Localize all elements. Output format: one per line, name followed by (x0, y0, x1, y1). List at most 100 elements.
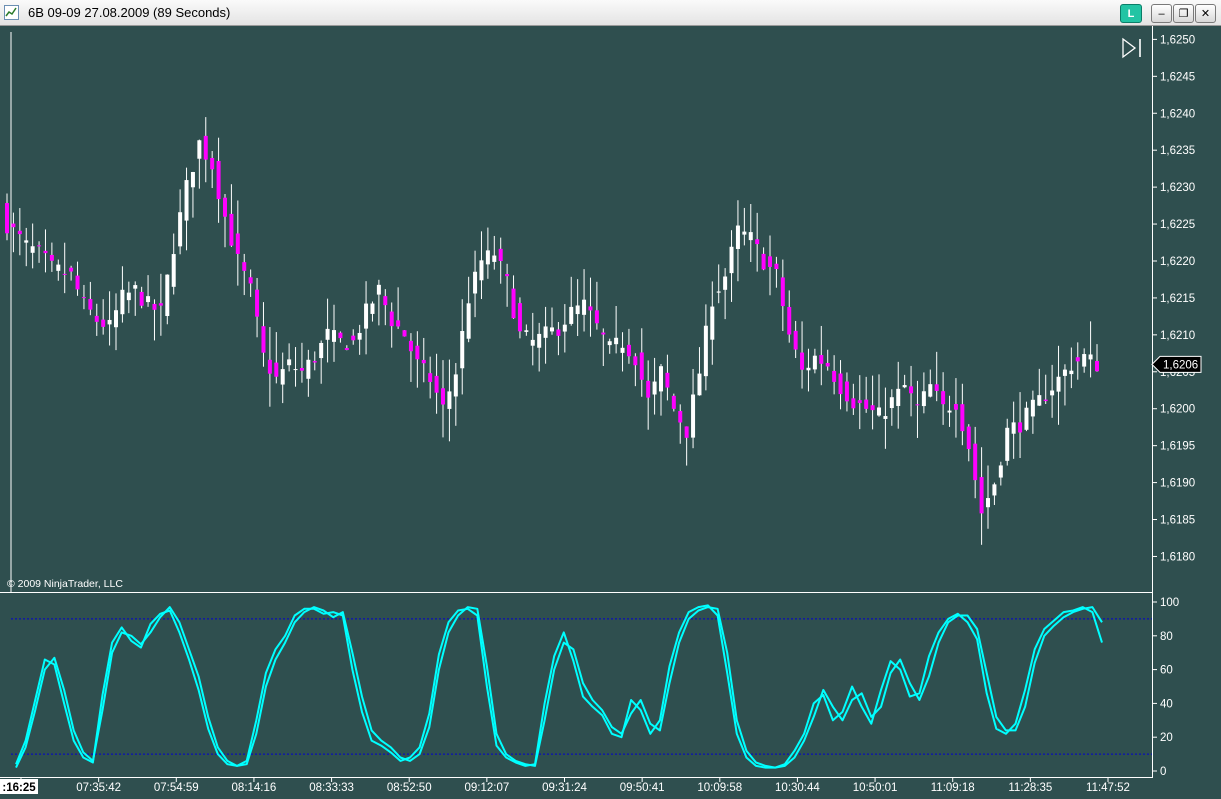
candle-body (287, 359, 292, 366)
time-tick-label: 09:50:41 (620, 782, 665, 794)
candle-body (441, 388, 445, 405)
candle-body (210, 157, 215, 170)
time-tick-label: 11:28:35 (1008, 782, 1052, 794)
price-tick-label: 1,6245 (1160, 71, 1195, 83)
candle-body (646, 380, 651, 398)
candle-body (306, 359, 311, 379)
candle-body (389, 311, 394, 327)
candle-body (114, 310, 118, 328)
candle-body (979, 477, 984, 514)
candle-body (255, 289, 260, 317)
scroll-to-end-button[interactable] (1122, 37, 1144, 59)
candle-body (81, 297, 86, 299)
time-tick-label: 08:14:16 (232, 782, 277, 794)
candle-body (684, 426, 689, 438)
candle-body (24, 240, 29, 243)
candle-body (678, 411, 683, 423)
price-tick-label: 1,6210 (1160, 330, 1195, 342)
candle-body (998, 465, 1003, 478)
candle-body (88, 299, 93, 310)
candle-body (312, 361, 317, 363)
candle-body (75, 275, 80, 290)
candle-body (1069, 370, 1074, 375)
candle-body (800, 352, 805, 370)
candle-body (902, 385, 907, 388)
price-tick-label: 1,6250 (1160, 34, 1195, 46)
candle-body (69, 267, 74, 272)
candle-body (94, 315, 99, 322)
candle-body (357, 332, 362, 340)
candle-body (223, 197, 227, 217)
candle-body (261, 326, 266, 353)
time-tick-label: 09:12:07 (464, 782, 509, 794)
candle-body (953, 404, 958, 410)
maximize-button[interactable]: ❐ (1173, 4, 1194, 23)
candle-body (299, 367, 304, 371)
candle-body (883, 416, 888, 419)
candle-body (293, 369, 298, 371)
candle-body (960, 404, 965, 432)
candle-body (851, 398, 856, 409)
time-tick-label: 09:31:24 (542, 782, 587, 794)
candle-body (768, 256, 772, 267)
minimize-button[interactable]: ‒ (1151, 4, 1172, 23)
candle-body (748, 232, 753, 241)
time-tick-label: 07:54:59 (154, 782, 199, 794)
candle-body (530, 339, 535, 346)
last-price-label: 1,6206 (1163, 359, 1198, 371)
candle-body (556, 329, 561, 336)
candle-body (723, 276, 728, 290)
candle-body (146, 296, 151, 303)
candle-body (659, 366, 663, 392)
candle-body (947, 410, 952, 413)
oscillator-tick-label: 40 (1160, 698, 1173, 710)
candle-body (383, 296, 388, 306)
candle-body (626, 344, 631, 357)
candle-body (107, 319, 112, 325)
candle-body (966, 426, 971, 450)
time-cursor-label: :16:25 (2, 782, 36, 794)
candle-body (364, 303, 369, 329)
candle-body (1005, 427, 1010, 461)
chart-area[interactable]: 1,6250 1,6245 1,6240 1,6235 1,6230 1,6225 1,62… (0, 26, 1221, 799)
candle-body (376, 284, 381, 295)
candle-body (158, 303, 163, 306)
candle-body (1024, 407, 1029, 430)
candle-body (844, 381, 849, 402)
candle-body (761, 253, 766, 270)
candle-body (710, 306, 715, 340)
time-tick-label: 11:09:18 (931, 782, 975, 794)
candle-body (165, 274, 170, 317)
candle-body (986, 498, 990, 508)
candle-body (229, 213, 234, 246)
candle-body (633, 356, 638, 366)
candle-body (575, 305, 580, 315)
candle-body (178, 212, 183, 247)
candle-body (652, 381, 657, 395)
candle-body (550, 327, 554, 332)
candle-body (517, 303, 522, 332)
link-button[interactable]: L (1120, 4, 1142, 23)
close-button[interactable]: ✕ (1195, 4, 1216, 23)
candle-body (774, 263, 779, 270)
candle-body (941, 391, 946, 405)
candle-body (896, 388, 901, 406)
price-tick-label: 1,6195 (1160, 441, 1195, 453)
candle-body (729, 246, 734, 274)
candle-body (1082, 354, 1087, 367)
window-title: 6B 09-09 27.08.2009 (89 Seconds) (28, 5, 231, 20)
price-tick-label: 1,6190 (1160, 478, 1195, 490)
candle-body (62, 273, 67, 275)
oscillator-tick-label: 80 (1160, 631, 1173, 643)
candle-body (665, 372, 670, 388)
candle-body (1030, 399, 1035, 417)
candle-body (492, 255, 497, 262)
candle-body (562, 324, 567, 332)
candle-body (793, 330, 798, 350)
candle-body (332, 330, 336, 342)
candle-body (101, 319, 106, 327)
candle-body (139, 291, 144, 306)
candle-body (697, 373, 702, 396)
candle-body (607, 341, 612, 346)
price-tick-label: 1,6230 (1160, 182, 1195, 194)
